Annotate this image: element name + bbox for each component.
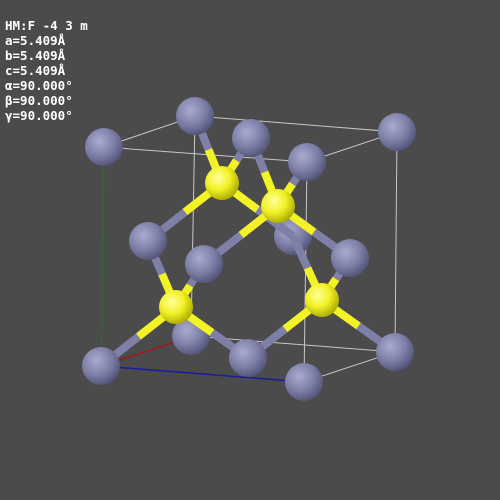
cation-atom[interactable]	[82, 347, 120, 385]
cell-edge	[194, 115, 398, 133]
cation-atom[interactable]	[331, 239, 369, 277]
cation-atom[interactable]	[229, 339, 267, 377]
cation-atom[interactable]	[378, 113, 416, 151]
anion-atom[interactable]	[205, 166, 239, 200]
cation-atom[interactable]	[185, 245, 223, 283]
cation-atom[interactable]	[176, 97, 214, 135]
cation-atom[interactable]	[129, 222, 167, 260]
cation-atom[interactable]	[376, 333, 414, 371]
anion-atom[interactable]	[305, 283, 339, 317]
axis-b-line	[100, 365, 305, 383]
axis-c-line	[100, 146, 105, 367]
cation-atom[interactable]	[288, 143, 326, 181]
cation-atom[interactable]	[85, 128, 123, 166]
anion-atom[interactable]	[159, 290, 193, 324]
anion-atom[interactable]	[261, 189, 295, 223]
cell-edge	[394, 131, 398, 353]
cation-atom[interactable]	[285, 363, 323, 401]
crystal-structure-view[interactable]	[0, 0, 500, 500]
cation-atom[interactable]	[232, 119, 270, 157]
